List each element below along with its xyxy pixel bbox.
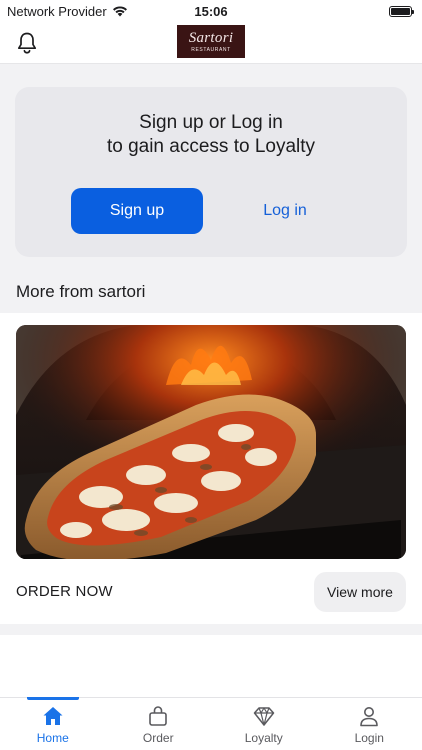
bell-icon (17, 32, 37, 54)
tab-home-label: Home (36, 731, 69, 745)
tab-order[interactable]: Order (106, 698, 212, 750)
section-title: More from sartori (16, 282, 146, 301)
bag-icon (149, 706, 168, 726)
tab-home[interactable]: Home (0, 697, 106, 750)
login-prompt-card: Sign up or Log in to gain access to Loya… (15, 87, 407, 257)
login-button[interactable]: Log in (245, 188, 325, 234)
battery-fill (391, 7, 410, 15)
status-left: Network Provider (7, 4, 147, 19)
tab-active-indicator (27, 697, 79, 700)
login-prompt-subtitle: to gain access to Loyalty (106, 136, 316, 157)
pizza-photo (16, 325, 406, 559)
signup-button[interactable]: Sign up (71, 188, 203, 234)
logo-subtitle: RESTAURANT (191, 46, 231, 53)
tab-loyalty[interactable]: Loyalty (211, 698, 317, 750)
notifications-button[interactable] (16, 31, 38, 55)
tab-loyalty-label: Loyalty (244, 731, 283, 745)
nav-bar: Sartori RESTAURANT (0, 22, 422, 64)
carrier-label: Network Provider (7, 3, 107, 19)
status-bar: Network Provider 15:06 (0, 0, 422, 22)
diamond-icon (253, 707, 274, 726)
logo-name: Sartori (188, 29, 234, 46)
battery-icon (389, 5, 414, 17)
next-card-partial (0, 635, 422, 697)
tab-login[interactable]: Login (317, 698, 422, 750)
home-icon (43, 707, 63, 725)
promo-card: ORDER NOW View more (0, 313, 422, 624)
person-icon (360, 707, 379, 727)
order-now-label[interactable]: ORDER NOW (16, 583, 113, 600)
tab-bar: Home Order Loyalty Login (0, 697, 422, 750)
tab-order-label: Order (142, 731, 174, 745)
login-prompt-title: Sign up or Log in (139, 112, 283, 133)
tab-login-label: Login (354, 731, 384, 745)
view-more-button[interactable]: View more (314, 572, 406, 612)
wifi-icon (112, 6, 127, 17)
pizza-image[interactable] (16, 325, 406, 559)
restaurant-logo: Sartori RESTAURANT (177, 25, 245, 58)
